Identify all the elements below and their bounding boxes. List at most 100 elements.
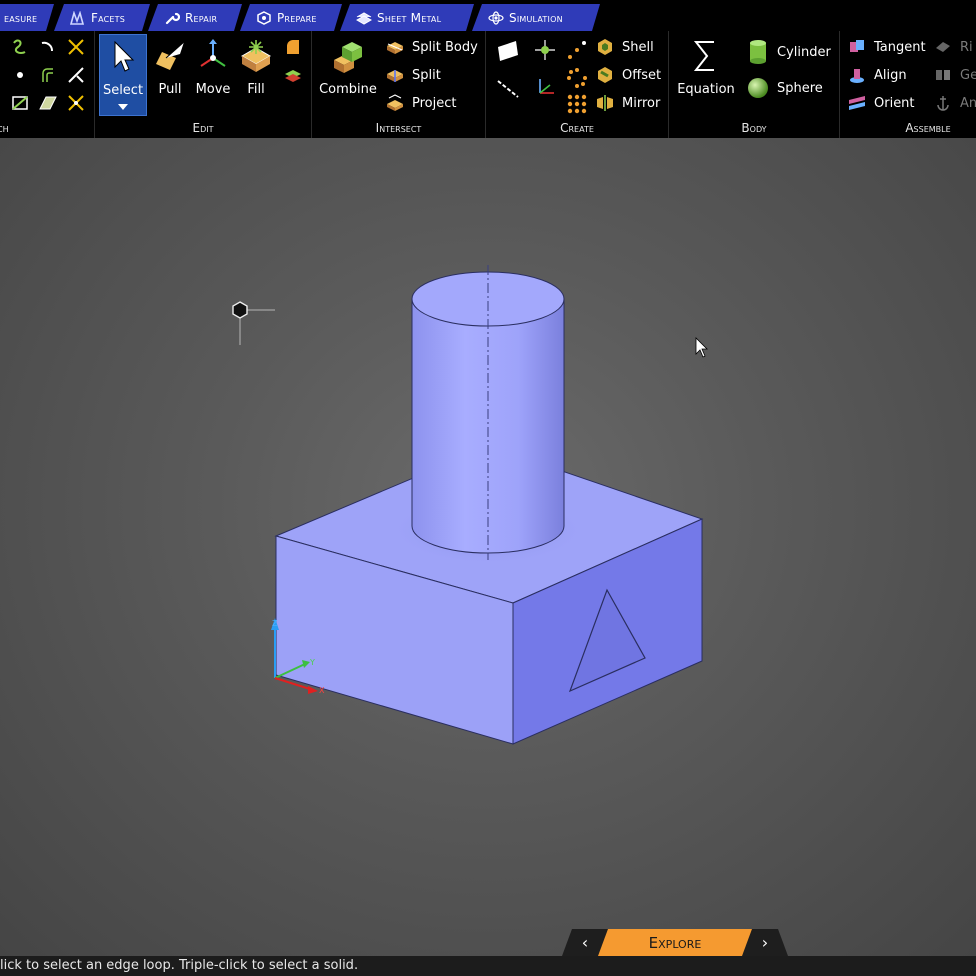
gear-button[interactable]: Ge — [934, 64, 976, 86]
equation-label: Equation — [677, 82, 735, 97]
tab-facets[interactable]: Facets — [54, 4, 150, 31]
equation-button[interactable]: Equation — [675, 34, 737, 116]
group-body: Equation Cylinder Sphere Body — [669, 31, 840, 138]
fill-button[interactable]: Fill — [237, 34, 275, 116]
anchor-label: An — [960, 95, 976, 111]
sphere-label: Sphere — [777, 80, 823, 96]
replace-icon[interactable] — [283, 66, 303, 86]
move-button-label: Move — [195, 82, 231, 97]
spin-center-marker[interactable] — [232, 301, 275, 345]
mode-label-explore[interactable]: Explore — [598, 929, 752, 956]
split-body-label: Split Body — [412, 39, 478, 55]
shell-icon — [598, 39, 612, 55]
spline-icon[interactable] — [10, 37, 30, 57]
offset-button[interactable]: Offset — [596, 64, 661, 86]
group-create-label: Create — [560, 121, 594, 135]
project-button[interactable]: Project — [386, 92, 456, 114]
fill-icon — [240, 40, 272, 72]
align-icon — [850, 69, 864, 83]
orient-button[interactable]: Orient — [848, 92, 915, 114]
select-button-label: Select — [102, 83, 144, 98]
facets-icon — [70, 11, 86, 25]
trim-icon[interactable] — [66, 37, 86, 57]
sheet-metal-icon — [356, 11, 372, 25]
chevron-down-icon[interactable] — [118, 104, 128, 110]
tangent-icon — [850, 40, 864, 52]
ribbon: ch Select Pull Move Fill Edit Combine — [0, 31, 976, 138]
ribbon-tab-bar: easure Facets Repair Prepare Sheet Metal… — [0, 0, 976, 31]
tab-prepare[interactable]: Prepare — [240, 4, 342, 31]
group-intersect-label: Intersect — [375, 121, 422, 135]
grid-pattern-icon[interactable] — [566, 93, 588, 115]
extend-icon[interactable] — [66, 65, 86, 85]
simulation-icon — [488, 11, 504, 25]
combine-button[interactable]: Combine — [318, 34, 378, 116]
group-assemble: Tangent Align Orient Ri Ge An Assemble — [840, 31, 976, 138]
move-triad-icon — [200, 39, 226, 67]
3d-viewport[interactable]: Z Y X — [0, 138, 976, 956]
tab-measure[interactable]: easure — [0, 4, 54, 31]
split-body-button[interactable]: Split Body — [386, 36, 478, 58]
anchor-button[interactable]: An — [934, 92, 976, 114]
sphere-icon — [748, 78, 768, 98]
point-icon[interactable] — [10, 65, 30, 85]
offset-icon — [598, 67, 612, 83]
rigid-icon — [936, 42, 950, 52]
split-curve-icon[interactable] — [66, 93, 86, 113]
bend-icon[interactable] — [38, 93, 58, 113]
circular-pattern-icon[interactable] — [566, 67, 588, 89]
origin-icon[interactable] — [534, 77, 556, 99]
rectangle-sketch-icon[interactable] — [10, 93, 30, 113]
tab-sheet-metal-label: Sheet Metal — [377, 10, 442, 25]
rigid-button[interactable]: Ri — [934, 36, 973, 58]
arc-icon[interactable] — [38, 37, 58, 57]
mode-switcher: ‹ › Explore — [562, 929, 788, 956]
cursor-arrow-icon — [114, 40, 135, 72]
point-pattern-icon[interactable] — [566, 39, 588, 61]
group-sketch-label: ch — [0, 121, 9, 135]
tab-repair[interactable]: Repair — [148, 4, 242, 31]
triad-y-label: Y — [309, 658, 315, 667]
cylinder-top-face[interactable] — [411, 271, 565, 327]
orient-label: Orient — [874, 95, 915, 111]
sigma-icon — [693, 41, 714, 71]
anchor-icon — [937, 96, 949, 111]
split-body-icon — [387, 42, 403, 54]
model-scene[interactable]: Z Y X — [0, 138, 976, 956]
tab-simulation[interactable]: Simulation — [472, 4, 600, 31]
offset-curve-icon[interactable] — [38, 65, 58, 85]
triad-z-label: Z — [272, 619, 278, 628]
tab-sheet-metal[interactable]: Sheet Metal — [340, 4, 474, 31]
project-label: Project — [412, 95, 457, 111]
orient-icon — [849, 96, 865, 110]
group-sketch: ch — [0, 31, 95, 138]
tab-facets-label: Facets — [91, 10, 126, 25]
gear-label: Ge — [960, 67, 976, 83]
status-bar: lick to select an edge loop. Triple-clic… — [0, 956, 976, 976]
tab-prepare-label: Prepare — [277, 10, 317, 25]
shell-label: Shell — [622, 39, 654, 55]
blend-icon[interactable] — [283, 38, 303, 58]
chevron-left-icon: ‹ — [581, 933, 589, 952]
tangent-button[interactable]: Tangent — [848, 36, 926, 58]
group-create: Shell Offset Mirror Create — [486, 31, 669, 138]
mirror-icon — [597, 95, 613, 111]
origin-point-icon[interactable] — [534, 39, 556, 61]
mirror-button[interactable]: Mirror — [596, 92, 660, 114]
cylinder-button[interactable]: Cylinder — [747, 39, 831, 65]
plane-icon[interactable] — [496, 39, 520, 63]
split-button[interactable]: Split — [386, 64, 441, 86]
align-button[interactable]: Align — [848, 64, 907, 86]
sphere-button[interactable]: Sphere — [747, 75, 823, 101]
shell-button[interactable]: Shell — [596, 36, 654, 58]
split-label: Split — [412, 67, 441, 83]
axis-icon[interactable] — [496, 77, 520, 101]
pull-button-label: Pull — [158, 82, 182, 97]
move-button[interactable]: Move — [193, 34, 233, 116]
select-button[interactable]: Select — [99, 34, 147, 116]
pull-button[interactable]: Pull — [151, 34, 189, 116]
mode-label-text: Explore — [648, 933, 702, 952]
combine-button-label: Combine — [319, 82, 377, 97]
split-icon — [387, 70, 403, 82]
group-assemble-label: Assemble — [905, 121, 951, 135]
